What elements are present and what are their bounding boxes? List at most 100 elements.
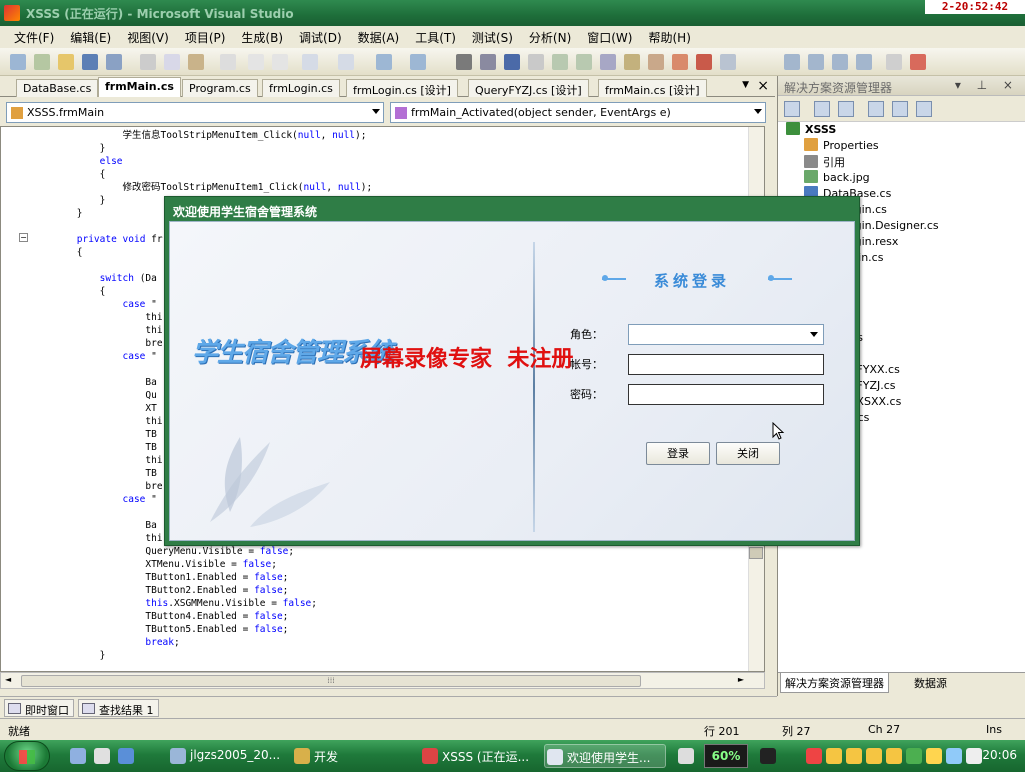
show-all-files-icon[interactable] [784, 101, 800, 117]
class-combo[interactable]: XSSS.frmMain [6, 102, 384, 123]
properties-icon[interactable] [814, 101, 830, 117]
horizontal-scroll-thumb[interactable]: ⁞⁞⁞ [21, 675, 641, 687]
usb-icon[interactable] [966, 748, 982, 764]
code-line[interactable]: } [31, 142, 372, 155]
code-line[interactable]: TButton1.Enabled = false; [31, 571, 372, 584]
cut-icon[interactable] [140, 54, 156, 70]
extensions-icon[interactable] [910, 54, 926, 70]
scroll-left-icon[interactable]: ◄ [5, 675, 11, 684]
comment-icon[interactable] [248, 54, 264, 70]
uncomment-icon[interactable] [272, 54, 288, 70]
tab-frmlogin-design[interactable]: frmLogin.cs [设计] [346, 79, 458, 97]
object-browser-icon[interactable] [808, 54, 824, 70]
class-diagram-icon[interactable] [916, 101, 932, 117]
output-icon[interactable] [720, 54, 736, 70]
code-line[interactable]: else [31, 155, 372, 168]
menu-analyze[interactable]: 分析(N) [521, 29, 579, 46]
tools-icon[interactable] [672, 54, 688, 70]
save-all-icon[interactable] [106, 54, 122, 70]
tab-frmmain-design[interactable]: frmMain.cs [设计] [598, 79, 707, 97]
qq-icon[interactable] [846, 748, 862, 764]
qq-icon[interactable] [826, 748, 842, 764]
code-line[interactable]: TButton2.Enabled = false; [31, 584, 372, 597]
tab-solution-explorer[interactable]: 解决方案资源管理器 [780, 673, 889, 693]
menu-data[interactable]: 数据(A) [350, 29, 408, 46]
role-select[interactable] [628, 324, 824, 345]
menu-view[interactable]: 视图(V) [119, 29, 177, 46]
code-line[interactable]: XTMenu.Visible = false; [31, 558, 372, 571]
toolbox-icon[interactable] [648, 54, 664, 70]
login-button[interactable]: 登录 [646, 442, 710, 465]
qq-icon[interactable] [866, 748, 882, 764]
scroll-right-icon[interactable]: ► [738, 675, 744, 684]
qq-icon[interactable] [886, 748, 902, 764]
tree-item[interactable]: 引用 [804, 154, 845, 170]
view-code-icon[interactable] [868, 101, 884, 117]
start-button[interactable] [4, 741, 50, 771]
start-debug-icon[interactable] [456, 54, 472, 70]
panel-pin-close-icons[interactable]: ▾ ⊥ × [955, 78, 1019, 92]
keyboard-icon[interactable] [678, 748, 694, 764]
error-list-icon[interactable] [696, 54, 712, 70]
copy-icon[interactable] [164, 54, 180, 70]
menu-tools[interactable]: 工具(T) [407, 29, 464, 46]
solution-explorer-icon[interactable] [600, 54, 616, 70]
menu-project[interactable]: 项目(P) [177, 29, 234, 46]
quicklaunch-icon[interactable] [94, 748, 110, 764]
code-line[interactable]: this.XSGMMenu.Visible = false; [31, 597, 372, 610]
stop-icon[interactable] [504, 54, 520, 70]
menu-file[interactable]: 文件(F) [6, 29, 62, 46]
redo-icon[interactable] [338, 54, 354, 70]
tray-icon[interactable] [806, 748, 822, 764]
close-doc-icon[interactable]: × [757, 78, 769, 94]
save-icon[interactable] [82, 54, 98, 70]
step-into-icon[interactable] [552, 54, 568, 70]
properties-icon[interactable] [624, 54, 640, 70]
navigate-back-icon[interactable] [376, 54, 392, 70]
close-button[interactable]: 关闭 [716, 442, 780, 465]
tree-item[interactable]: XSSS [786, 122, 836, 138]
code-line[interactable]: TButton5.Enabled = false; [31, 623, 372, 636]
member-combo[interactable]: frmMain_Activated(object sender, EventAr… [390, 102, 766, 123]
tab-list-icon[interactable]: ▼ [742, 80, 749, 90]
server-explorer-icon[interactable] [832, 54, 848, 70]
options-icon[interactable] [886, 54, 902, 70]
restart-icon[interactable] [528, 54, 544, 70]
code-line[interactable]: TButton4.Enabled = false; [31, 610, 372, 623]
code-line[interactable]: 修改密码ToolStripMenuItem1_Click(null, null)… [31, 181, 373, 194]
tab-data-sources[interactable]: 数据源 [910, 673, 951, 693]
tab-immediate-window[interactable]: 即时窗口 [4, 699, 74, 717]
refresh-icon[interactable] [838, 101, 854, 117]
code-line[interactable]: break; [31, 636, 372, 649]
navigate-forward-icon[interactable] [410, 54, 426, 70]
open-file-icon[interactable] [58, 54, 74, 70]
tab-queryfyzj-design[interactable]: QueryFYZJ.cs [设计] [468, 79, 589, 97]
menu-window[interactable]: 窗口(W) [579, 29, 640, 46]
code-line[interactable]: } [31, 649, 372, 662]
taskbar-item-login[interactable]: 欢迎使用学生... [544, 744, 666, 768]
step-over-icon[interactable] [576, 54, 592, 70]
vertical-scroll-thumb[interactable] [749, 547, 763, 559]
view-designer-icon[interactable] [892, 101, 908, 117]
horizontal-scrollbar[interactable]: ◄ ⁞⁞⁞ ► [0, 672, 765, 689]
add-item-icon[interactable] [34, 54, 50, 70]
fold-toggle-icon[interactable]: − [19, 233, 28, 242]
tab-frmlogin-cs[interactable]: frmLogin.cs [262, 79, 340, 97]
menu-build[interactable]: 生成(B) [233, 29, 291, 46]
paste-icon[interactable] [188, 54, 204, 70]
class-view-icon[interactable] [784, 54, 800, 70]
menu-help[interactable]: 帮助(H) [640, 29, 698, 46]
menu-debug[interactable]: 调试(D) [291, 29, 350, 46]
network-plug-icon[interactable] [760, 748, 776, 764]
find-icon[interactable] [220, 54, 236, 70]
account-input[interactable] [628, 354, 824, 375]
tree-item[interactable]: back.jpg [804, 170, 870, 186]
tab-database-cs[interactable]: DataBase.cs [16, 79, 99, 97]
undo-icon[interactable] [302, 54, 318, 70]
taskbar-item-dev[interactable]: 开发 [292, 744, 410, 768]
taskbar-item-xsss[interactable]: XSSS (正在运... [420, 744, 538, 768]
code-line[interactable]: { [31, 168, 372, 181]
security-icon[interactable] [906, 748, 922, 764]
code-line[interactable]: QueryMenu.Visible = false; [31, 545, 372, 558]
quicklaunch-icon[interactable] [118, 748, 134, 764]
